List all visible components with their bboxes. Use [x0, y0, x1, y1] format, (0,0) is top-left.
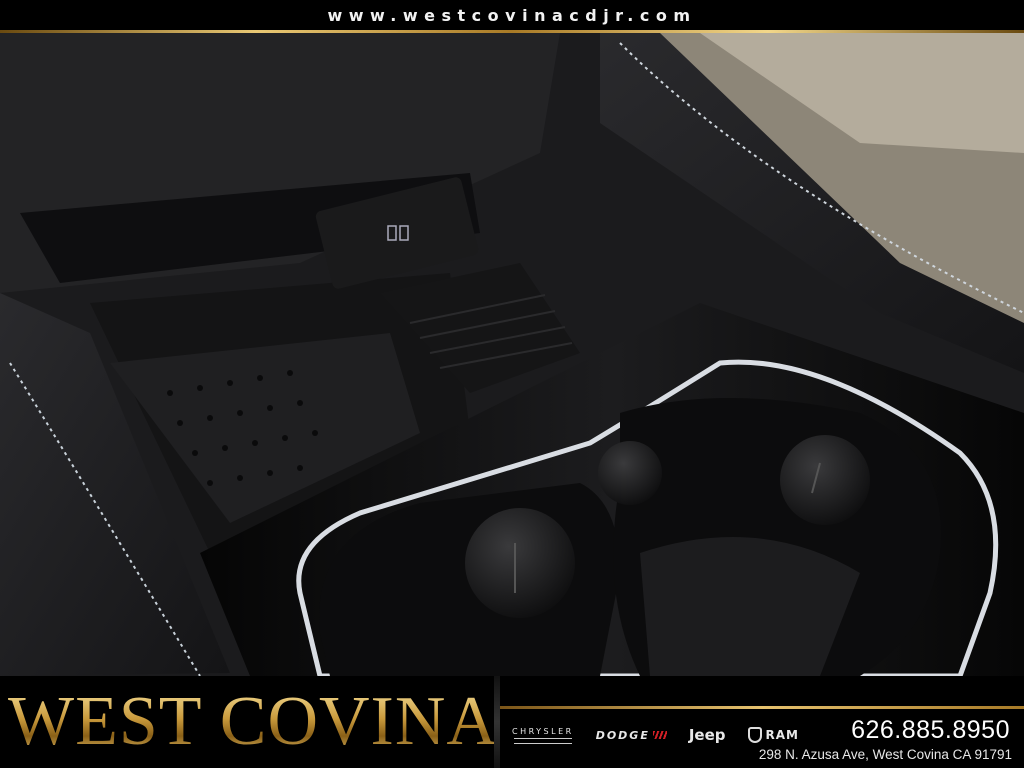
- dodge-logo: DODGE: [596, 729, 667, 742]
- console-illustration: [0, 33, 1024, 676]
- top-banner: www.westcovinacdjr.com: [0, 0, 1024, 30]
- jeep-logo: Jeep: [689, 726, 726, 744]
- footer-divider: [494, 676, 500, 768]
- dealer-phone[interactable]: 626.885.8950: [851, 716, 1010, 745]
- ram-logo: RAM: [747, 727, 799, 743]
- ram-head-icon: [747, 727, 762, 743]
- chrysler-label: CHRYSLER: [512, 726, 574, 736]
- dealer-wordmark: WEST COVINA: [0, 676, 500, 768]
- dealer-address: 298 N. Azusa Ave, West Covina CA 91791: [758, 747, 1012, 762]
- ram-label: RAM: [765, 728, 799, 742]
- vehicle-photo: [0, 33, 1024, 676]
- cup-grip-3: [780, 435, 870, 525]
- dodge-label: DODGE: [595, 728, 650, 742]
- dealer-footer: WEST COVINA CHRYSLER DODGE Jeep RAM 626.…: [0, 676, 1024, 768]
- chrysler-wings-icon: [513, 737, 572, 744]
- jeep-label: Jeep: [688, 726, 726, 744]
- cup-grip-1: [465, 508, 575, 618]
- dodge-stripes-icon: [652, 731, 667, 739]
- chrysler-logo: CHRYSLER: [512, 727, 574, 744]
- brand-logos: CHRYSLER DODGE Jeep RAM: [512, 723, 799, 747]
- cup-grip-2: [598, 441, 662, 505]
- wordmark-text: WEST COVINA: [8, 683, 498, 760]
- dealer-url[interactable]: www.westcovinacdjr.com: [327, 6, 696, 25]
- footer-gold-rule: [500, 706, 1024, 709]
